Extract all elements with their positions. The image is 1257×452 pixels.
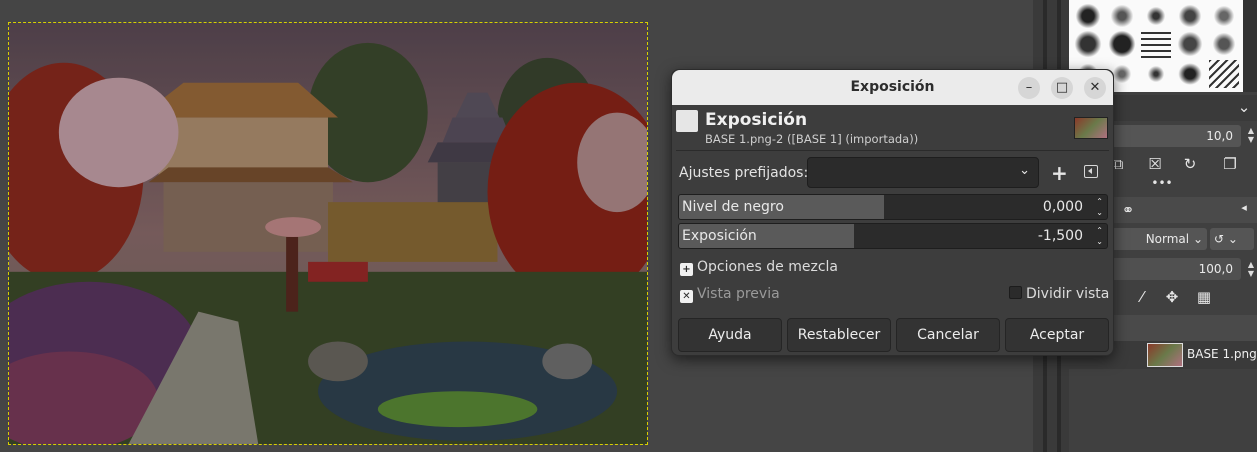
cancel-button[interactable]: Cancelar — [896, 318, 1000, 352]
exposure-label: Exposición — [682, 228, 757, 244]
chevron-down-icon[interactable]: ⌄ — [1237, 98, 1251, 116]
exposure-spinscale[interactable]: Exposición -1,500 ⌃ ⌄ — [678, 223, 1108, 249]
chevron-down-icon: ⌄ — [1019, 163, 1030, 178]
black-level-value: 0,000 — [1042, 199, 1083, 215]
brush-item[interactable] — [1141, 60, 1171, 88]
brush-item[interactable] — [1107, 2, 1137, 30]
drag-handle-icon[interactable]: ••• — [1151, 176, 1173, 190]
presets-label: Ajustes prefijados: — [679, 165, 809, 181]
image-thumbnail — [1074, 117, 1108, 139]
preview-checkbox[interactable]: ✕ Vista previa — [680, 286, 780, 303]
brush-item[interactable] — [1175, 2, 1205, 30]
garden-image — [9, 23, 647, 444]
add-preset-icon[interactable]: + — [1051, 161, 1068, 185]
opacity-value: 100,0 — [1198, 262, 1233, 276]
brush-item[interactable] — [1141, 2, 1171, 30]
brush-item[interactable] — [1209, 30, 1239, 58]
black-level-spinscale[interactable]: Nivel de negro 0,000 ⌃ ⌄ — [678, 194, 1108, 220]
brush-item[interactable] — [1209, 60, 1239, 88]
presets-menu-icon[interactable] — [1084, 165, 1098, 178]
spacing-spin-arrows[interactable]: ▲ ▼ — [1245, 126, 1257, 144]
brush-item[interactable] — [1175, 60, 1205, 88]
split-view-checkbox[interactable]: Dividir vista — [1009, 286, 1109, 302]
copy-icon[interactable]: ❐ — [1219, 155, 1241, 173]
paths-tab-icon[interactable]: ⚭ — [1117, 201, 1139, 219]
brush-item[interactable] — [1141, 30, 1171, 58]
alpha-lock-icon[interactable]: ▦ — [1193, 288, 1215, 306]
brush-item[interactable] — [1073, 2, 1103, 30]
help-button[interactable]: Ayuda — [678, 318, 782, 352]
brush-item[interactable] — [1175, 30, 1205, 58]
preview-label: Vista previa — [697, 286, 780, 302]
opacity-spin-arrows[interactable]: ▲ ▼ — [1245, 260, 1257, 278]
layer-name: BASE 1.png — [1187, 347, 1257, 361]
split-view-label: Dividir vista — [1026, 286, 1110, 302]
exposure-icon — [676, 110, 698, 132]
dialog-header-title: Exposición — [705, 110, 808, 130]
black-level-spin-arrows[interactable]: ⌃ ⌄ — [1096, 196, 1103, 218]
check-icon: ✕ — [680, 290, 693, 303]
brush-item[interactable] — [1107, 30, 1137, 58]
minimize-button[interactable]: – — [1018, 77, 1040, 99]
blend-options-expander[interactable]: + Opciones de mezcla — [680, 259, 838, 276]
reset-button[interactable]: Restablecer — [787, 318, 891, 352]
blend-options-label: Opciones de mezcla — [697, 259, 839, 275]
exposure-dialog: Exposición – □ ✕ Exposición BASE 1.png-2… — [671, 69, 1114, 356]
brush-item[interactable] — [1209, 2, 1239, 30]
close-button[interactable]: ✕ — [1084, 77, 1106, 99]
move-lock-icon[interactable]: ✥ — [1161, 288, 1183, 306]
black-level-label: Nivel de negro — [682, 199, 784, 215]
presets-select[interactable]: ⌄ — [807, 157, 1039, 188]
tab-menu-icon[interactable]: ◂ — [1233, 201, 1255, 214]
header-separator — [676, 150, 1109, 151]
brush-item[interactable] — [1073, 30, 1103, 58]
checkbox-box — [1009, 286, 1022, 299]
brushes-scrollbar[interactable] — [1243, 0, 1257, 92]
delete-icon[interactable]: ☒ — [1144, 155, 1166, 173]
mode-value: Normal — [1145, 232, 1190, 246]
exposure-value: -1,500 — [1037, 228, 1083, 244]
refresh-icon[interactable]: ↻ — [1179, 155, 1201, 173]
chevron-down-icon: ⌄ — [1192, 232, 1203, 246]
image-canvas[interactable] — [8, 22, 648, 445]
ok-button[interactable]: Aceptar — [1005, 318, 1109, 352]
plus-icon: + — [680, 263, 693, 276]
undo-icon: ↺ ⌄ — [1214, 232, 1238, 246]
spacing-value: 10,0 — [1206, 129, 1233, 143]
dialog-header-subtitle: BASE 1.png-2 ([BASE 1] (importada)) — [705, 132, 919, 146]
maximize-button[interactable]: □ — [1051, 77, 1073, 99]
dialog-titlebar[interactable]: Exposición – □ ✕ — [672, 70, 1113, 105]
dialog-window-title: Exposición — [850, 79, 935, 95]
brush-lock-icon[interactable]: ⁄ — [1131, 288, 1153, 306]
blend-space-select[interactable]: ↺ ⌄ — [1210, 228, 1254, 250]
layer-thumbnail — [1147, 343, 1183, 367]
exposure-spin-arrows[interactable]: ⌃ ⌄ — [1096, 225, 1103, 247]
